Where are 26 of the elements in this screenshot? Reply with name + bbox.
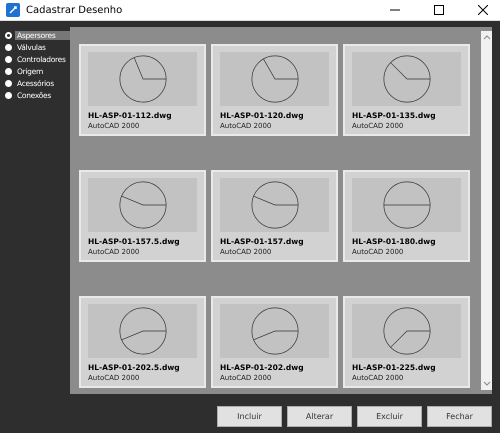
action-button[interactable]: Incluir — [217, 406, 282, 427]
action-button[interactable]: Excluir — [357, 406, 422, 427]
scroll-up-icon[interactable] — [482, 34, 490, 40]
scrollbar[interactable] — [481, 31, 492, 390]
radio-button[interactable] — [5, 56, 12, 62]
close-icon[interactable] — [478, 5, 488, 15]
radio-button[interactable] — [5, 44, 12, 50]
sector-drawing — [251, 308, 298, 354]
action-button[interactable]: Alterar — [287, 406, 352, 427]
sector-drawing — [383, 308, 430, 354]
radio-button[interactable] — [5, 68, 12, 74]
radio-button[interactable] — [5, 80, 12, 86]
action-button[interactable]: Fechar — [427, 406, 492, 427]
sector-drawing — [383, 56, 430, 102]
sector-drawing — [251, 56, 298, 102]
sector-drawing — [383, 182, 430, 228]
sector-drawing — [119, 56, 166, 102]
scroll-down-icon[interactable] — [482, 381, 490, 387]
sector-drawing — [119, 182, 166, 228]
window-title: Cadastrar Desenho — [26, 4, 124, 16]
radio-button[interactable] — [5, 32, 12, 38]
maximize-icon[interactable] — [434, 5, 444, 15]
sector-drawing — [119, 308, 166, 354]
app-icon — [6, 3, 20, 17]
sector-drawing — [251, 182, 298, 228]
radio-button[interactable] — [5, 92, 12, 98]
